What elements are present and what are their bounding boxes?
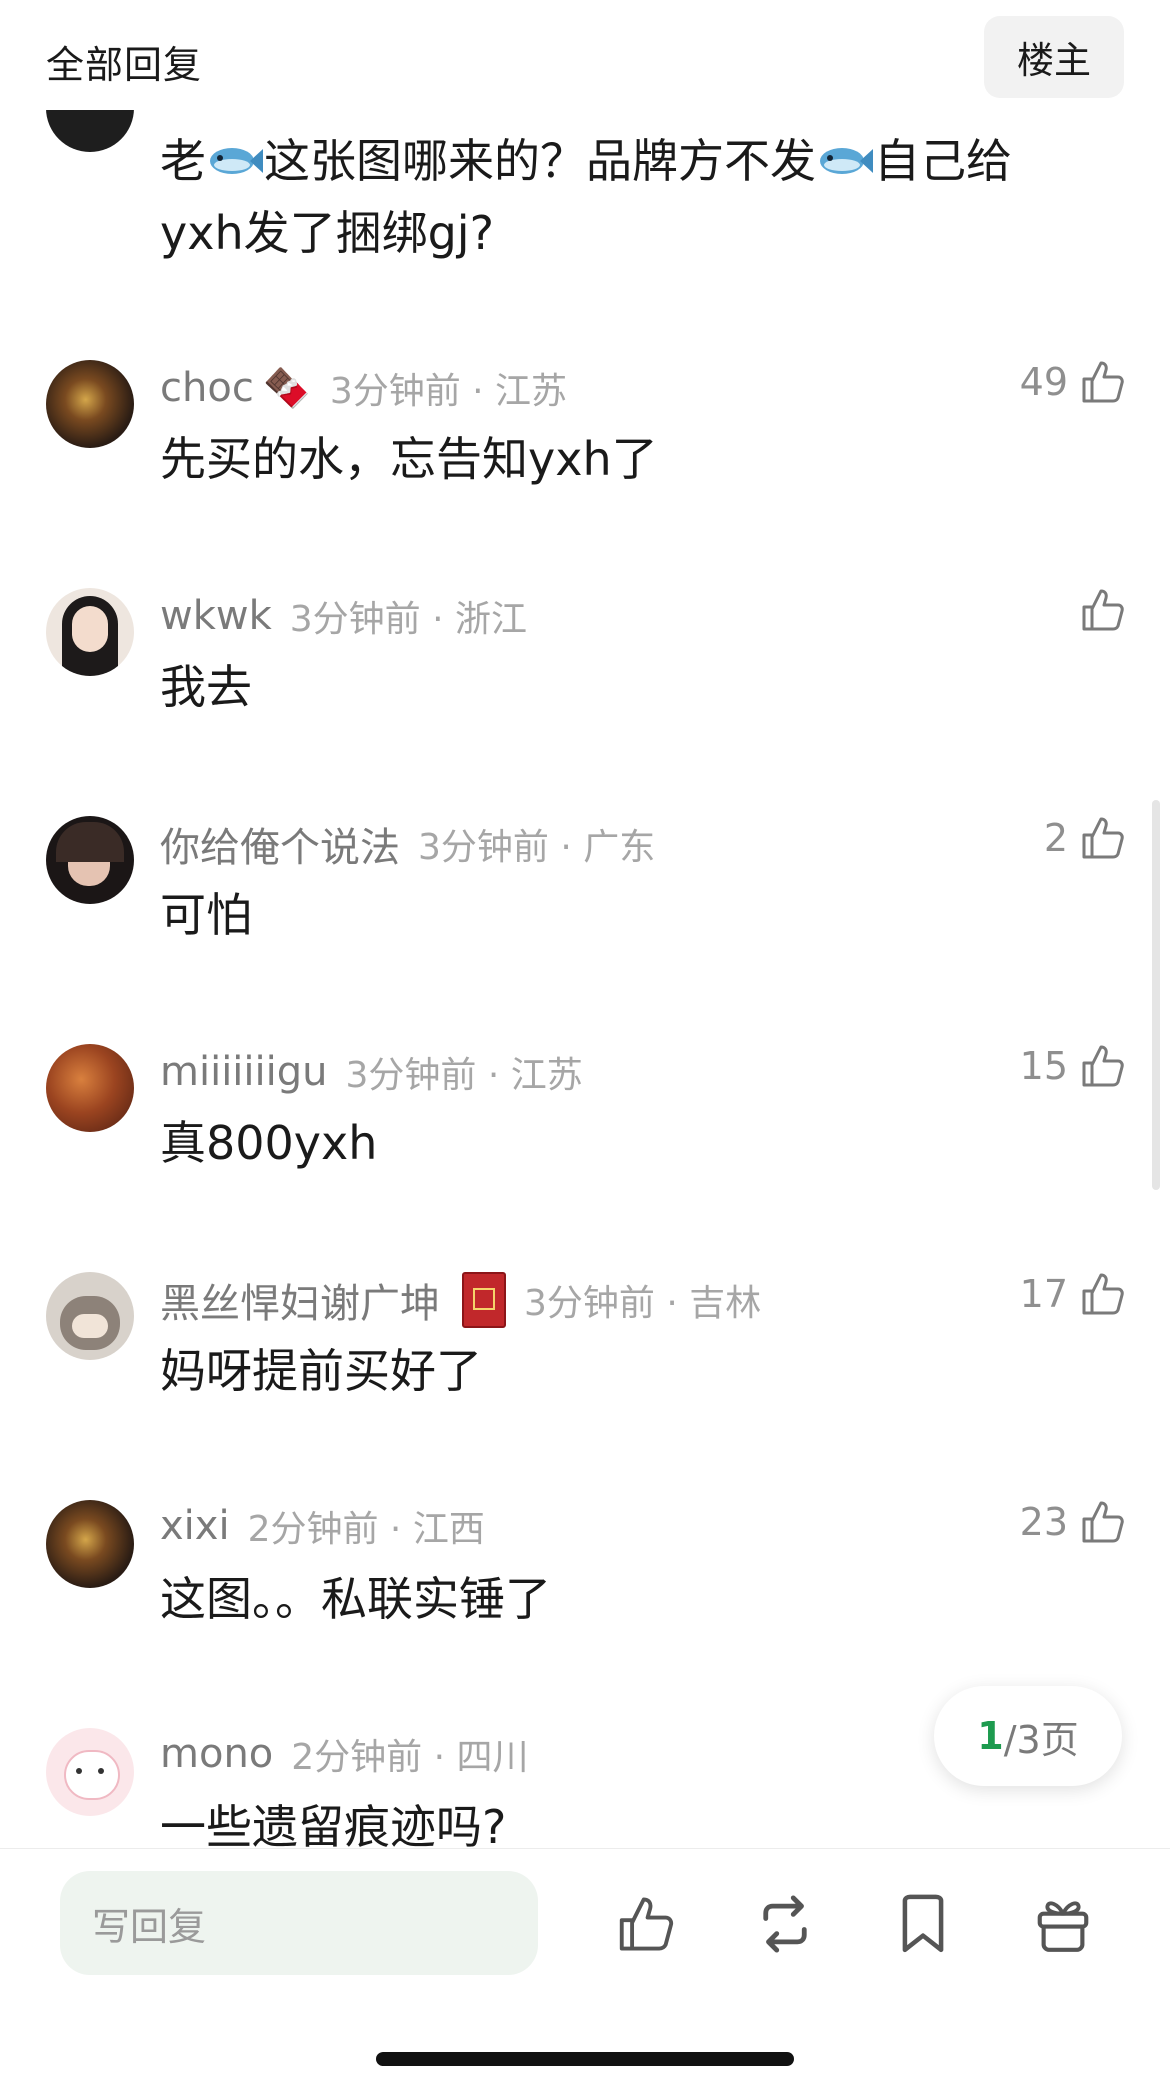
- avatar[interactable]: [46, 816, 134, 904]
- comment-text: 这图。。私联实锤了: [160, 1572, 551, 1626]
- comment-text: 可怕: [160, 888, 252, 942]
- like-button[interactable]: 17: [1020, 1270, 1126, 1318]
- like-button[interactable]: 2: [1044, 814, 1126, 862]
- comment-text: 先买的水，忘告知yxh了: [160, 432, 658, 486]
- thumbs-up-icon: [1082, 1273, 1124, 1315]
- bookmark-icon[interactable]: [888, 1889, 958, 1959]
- avatar[interactable]: [46, 1500, 134, 1588]
- username[interactable]: mono: [160, 1731, 273, 1777]
- comment-text-line2: yxh发了捆绑gj?: [160, 206, 494, 260]
- thumbs-up-icon: [1082, 1501, 1124, 1543]
- thumbs-up-icon: [1082, 589, 1124, 631]
- page-title: 全部回复: [46, 43, 203, 87]
- like-button[interactable]: 15: [1020, 1042, 1126, 1090]
- like-count: 23: [1019, 1500, 1068, 1544]
- username[interactable]: 黑丝悍妇谢广坤: [160, 1271, 440, 1329]
- timestamp-location: 3分钟前 · 江苏: [329, 371, 568, 412]
- like-count: 17: [1019, 1272, 1068, 1316]
- timestamp-location: 3分钟前 · 广东: [418, 827, 656, 868]
- reply-input[interactable]: 写回复: [60, 1871, 538, 1975]
- comment-meta: mono 2分钟前 · 四川: [160, 1726, 529, 1782]
- comment-text: 真800yxh: [160, 1116, 378, 1170]
- like-count: 2: [1043, 816, 1068, 860]
- gift-icon[interactable]: [1028, 1889, 1098, 1959]
- timestamp-location: 2分钟前 · 四川: [291, 1737, 529, 1778]
- username[interactable]: miiiiiiigu: [160, 1049, 328, 1095]
- username[interactable]: xixi: [160, 1503, 230, 1549]
- total-pages: /3页: [1003, 1717, 1079, 1762]
- page-indicator[interactable]: 1 /3页: [934, 1686, 1122, 1786]
- comment-meta: 黑丝悍妇谢广坤 3分钟前 · 吉林: [160, 1270, 761, 1330]
- like-count: 15: [1019, 1044, 1068, 1088]
- red-book-icon: [462, 1272, 506, 1328]
- like-button[interactable]: 49: [1020, 358, 1126, 406]
- thumbs-up-icon: [1082, 1045, 1124, 1087]
- comment-text: 老这张图哪来的？品牌方不发 自己给: [160, 126, 1012, 200]
- comment-meta: miiiiiiigu 3分钟前 · 江苏: [160, 1044, 583, 1100]
- scrollbar[interactable]: [1152, 800, 1160, 1190]
- avatar[interactable]: [46, 1044, 134, 1132]
- username[interactable]: choc: [160, 365, 254, 411]
- avatar[interactable]: [46, 360, 134, 448]
- like-button[interactable]: [1068, 586, 1126, 634]
- timestamp-location: 3分钟前 · 江苏: [345, 1055, 583, 1096]
- like-count: 49: [1019, 360, 1068, 404]
- avatar[interactable]: [46, 588, 134, 676]
- comment-text: 我去: [160, 660, 252, 714]
- owner-only-button[interactable]: 楼主: [984, 16, 1124, 98]
- comment-meta: xixi 2分钟前 · 江西: [160, 1498, 485, 1554]
- thumbs-up-icon: [1082, 361, 1124, 403]
- reply-header: 全部回复 楼主: [0, 0, 1170, 110]
- repost-icon[interactable]: [750, 1889, 820, 1959]
- avatar[interactable]: [46, 1272, 134, 1360]
- timestamp-location: 2分钟前 · 江西: [247, 1509, 485, 1550]
- username[interactable]: 你给俺个说法: [160, 815, 400, 873]
- comment-meta: choc 🍫 3分钟前 · 江苏: [160, 360, 567, 416]
- timestamp-location: 3分钟前 · 吉林: [524, 1283, 762, 1324]
- comment-meta: wkwk 3分钟前 · 浙江: [160, 588, 527, 644]
- fish-emoji-icon: [206, 130, 264, 200]
- current-page: 1: [977, 1714, 1004, 1758]
- username[interactable]: wkwk: [160, 593, 272, 639]
- like-icon[interactable]: [610, 1889, 680, 1959]
- comment-text: 妈呀提前买好了: [160, 1344, 482, 1398]
- thumbs-up-icon: [1082, 817, 1124, 859]
- comment-meta: 你给俺个说法 3分钟前 · 广东: [160, 816, 655, 872]
- home-indicator[interactable]: [376, 2052, 794, 2066]
- avatar[interactable]: [46, 1728, 134, 1816]
- like-button[interactable]: 23: [1020, 1498, 1126, 1546]
- chocolate-emoji-icon: 🍫: [263, 365, 311, 410]
- timestamp-location: 3分钟前 · 浙江: [289, 599, 528, 640]
- fish-emoji-icon: [816, 130, 874, 200]
